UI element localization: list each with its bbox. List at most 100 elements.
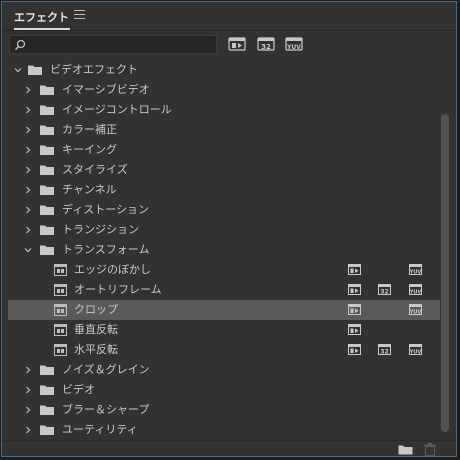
tree-item-label: トランジション [62,223,139,236]
tree-item-label: トランスフォーム [62,243,150,256]
header-divider [2,30,456,31]
tree-item-effect[interactable]: 垂直反転 [8,320,440,340]
search-icon [14,39,26,51]
chevron-right-icon[interactable] [24,146,32,154]
chevron-right-icon[interactable] [24,206,32,214]
tree-item-label: キーイング [62,143,117,156]
tree-item-category[interactable]: イメージコントロール [8,100,440,120]
tree-item-category[interactable]: イマーシブビデオ [8,80,440,100]
chevron-right-icon[interactable] [24,426,32,434]
yuv-badge: YUV [409,344,422,355]
effects-panel: エフェクト 32 YUV ビデオエフェクトイマーシブビデオイメージコントロールカ… [1,1,457,457]
panel-header: エフェクト [2,2,456,30]
chevron-right-icon[interactable] [24,126,32,134]
32bit-filter-button[interactable]: 32 [257,37,275,51]
effect-icon [54,304,67,316]
tree-item-effect[interactable]: 水平反転 32 YUV [8,340,440,360]
tree-item-label: ブラー＆シャープ [62,403,150,416]
tree-item-label: スタイライズ [62,163,128,176]
tree-item-label: イメージコントロール [62,103,172,116]
chevron-down-icon[interactable] [24,246,32,254]
trash-icon [424,443,436,456]
footer-divider [2,440,456,441]
chevron-right-icon[interactable] [24,186,32,194]
panel-title[interactable]: エフェクト [14,9,69,25]
chevron-right-icon[interactable] [24,86,32,94]
tree-item-category[interactable]: トランジション [8,220,440,240]
tree-item-label: 水平反転 [74,343,118,356]
tree-item-label: ディストーション [62,203,150,216]
svg-text:YUV: YUV [409,290,421,296]
32bit-filter-label: 32 [261,43,271,51]
effect-icon [54,324,67,336]
yuv-badge: YUV [409,264,422,275]
tree-item-label: カラー補正 [62,123,117,136]
yuv-filter-button[interactable]: YUV [285,37,303,51]
folder-icon [40,425,54,435]
tree-item-label: ビデオ [62,383,95,396]
chevron-right-icon[interactable] [24,366,32,374]
accelerated-badge-icon [348,324,361,335]
tree-item-label: ユーティリティ [62,423,138,436]
folder-icon [40,405,54,415]
scrollbar-thumb[interactable] [441,114,449,432]
folder-icon [40,385,54,395]
tree-item-effect[interactable]: エッジのぼかし YUV [8,260,440,280]
folder-icon [40,165,54,175]
yuv-badge: YUV [409,284,422,295]
folder-icon [40,105,54,115]
tree-item-label: イマーシブビデオ [62,83,150,96]
tree-item-category[interactable]: キーイング [8,140,440,160]
tree-item-category[interactable]: カラー補正 [8,120,440,140]
svg-text:32: 32 [380,289,388,296]
tree-item-category[interactable]: ディストーション [8,200,440,220]
new-bin-icon[interactable] [398,444,413,455]
chevron-down-icon[interactable] [14,66,22,74]
tree-item-category[interactable]: ノイズ＆グレイン [8,360,440,380]
folder-icon [40,245,54,255]
svg-text:YUV: YUV [409,270,421,276]
svg-text:32: 32 [380,349,388,356]
tree-item-label: チャンネル [62,183,117,196]
tree-item-category[interactable]: ビデオ [8,380,440,400]
folder-icon [28,65,42,75]
folder-icon [40,125,54,135]
chevron-right-icon[interactable] [24,386,32,394]
tree-item-category[interactable]: ユーティリティ [8,420,440,440]
tree-item-category[interactable]: トランスフォーム [8,240,440,260]
chevron-right-icon[interactable] [24,226,32,234]
effect-icon [54,264,67,276]
tree-item-label: オートリフレーム [74,283,162,296]
tree-item-root[interactable]: ビデオエフェクト [8,60,440,80]
tree-item-effect[interactable]: オートリフレーム 32 YUV [8,280,440,300]
tree-item-category[interactable]: チャンネル [8,180,440,200]
chevron-right-icon[interactable] [24,406,32,414]
tree-item-effect[interactable]: クロップ YUV [8,300,440,320]
accelerated-effects-filter-button[interactable] [228,37,246,51]
tree-item-label: ビデオエフェクト [50,63,138,76]
tree-item-category[interactable]: スタイライズ [8,160,440,180]
chevron-right-icon[interactable] [24,166,32,174]
folder-icon [40,205,54,215]
tree-item-label: エッジのぼかし [74,263,151,276]
32bit-badge: 32 [378,344,391,355]
svg-text:YUV: YUV [409,350,421,356]
accelerated-badge-icon [348,304,361,315]
effect-icon [54,284,67,296]
tree-item-category[interactable]: ブラー＆シャープ [8,400,440,420]
chevron-right-icon[interactable] [24,106,32,114]
accelerated-badge-icon [348,284,361,295]
accelerated-badge-icon [348,344,361,355]
search-input[interactable] [9,35,217,54]
tree-item-label: クロップ [74,303,118,316]
accelerated-badge-icon [348,264,361,275]
svg-text:YUV: YUV [409,310,421,316]
folder-icon [40,185,54,195]
panel-menu-icon[interactable] [74,10,85,20]
folder-icon [40,85,54,95]
tree-item-label: 垂直反転 [74,323,118,336]
yuv-filter-label: YUV [286,44,301,51]
effects-tree: ビデオエフェクトイマーシブビデオイメージコントロール カラー補正キーイングスタイラ… [8,60,440,440]
tree-item-label: ノイズ＆グレイン [62,363,150,376]
32bit-badge: 32 [378,284,391,295]
